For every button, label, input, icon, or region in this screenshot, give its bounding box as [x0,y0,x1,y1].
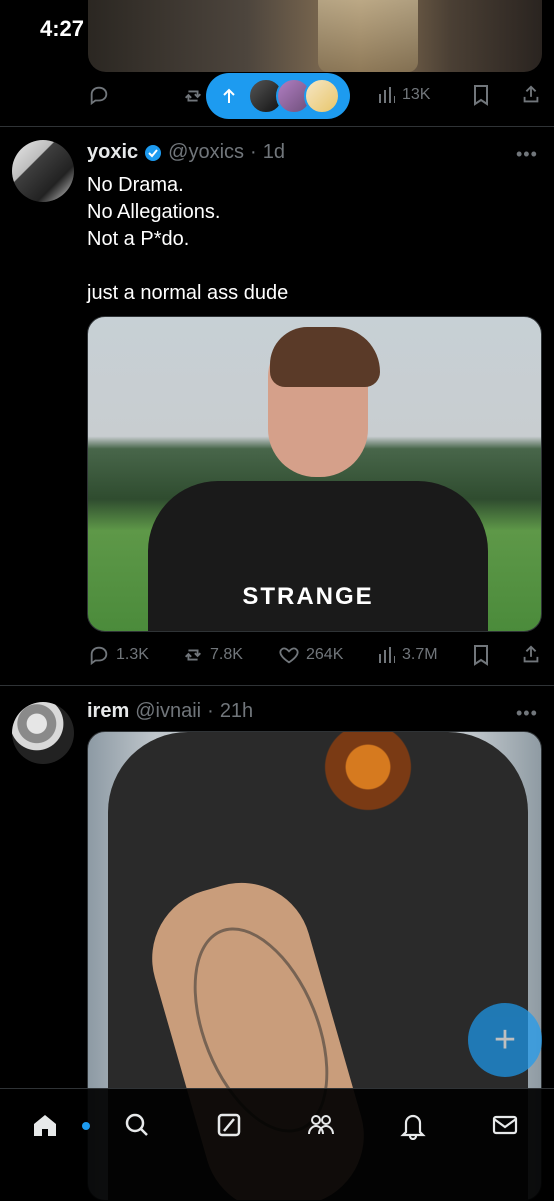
communities-icon [306,1110,336,1140]
tweet1-like[interactable]: 264K [278,644,343,666]
tweet2-more-icon[interactable]: ••• [516,703,538,724]
tweet1-replies-count: 1.3K [116,646,149,663]
pill-avatar-3 [304,78,340,114]
new-posts-pill[interactable] [206,73,350,119]
tab-messages[interactable] [489,1109,521,1141]
previous-views-count: 13K [402,86,431,103]
bell-icon [398,1110,428,1140]
search-icon [122,1110,152,1140]
heart-icon [278,644,300,666]
tweet2-name[interactable]: irem [87,700,129,723]
views-icon [378,86,396,104]
arrow-up-icon [222,88,236,104]
reply-icon[interactable] [88,84,110,106]
previous-views[interactable]: 13K [378,86,430,104]
tab-search[interactable] [121,1109,153,1141]
views-icon [378,646,396,664]
tweet1-header: yoxic @yoxics · 1d [87,141,285,164]
tweet1-retweets-count: 7.8K [210,646,243,663]
bookmark-icon[interactable] [471,84,491,106]
tweet1-text: No Drama. No Allegations. Not a P*do. ju… [87,174,289,304]
tweet1-handle[interactable]: @yoxics [168,141,244,164]
tweet1-actions: 1.3K 7.8K 264K 3.7M [88,644,542,670]
compose-fab[interactable]: + [468,1003,542,1077]
divider [0,685,554,686]
tweet1-more-icon[interactable]: ••• [516,144,538,165]
tab-home[interactable] [29,1109,90,1141]
divider [0,126,554,127]
tweet1-time: 1d [262,141,285,163]
tab-notifications[interactable] [397,1109,429,1141]
share-icon[interactable] [520,84,542,106]
shirt-print: STRANGE [242,583,374,610]
tweet1-retweet[interactable]: 7.8K [182,644,243,666]
tweet2-handle[interactable]: @ivnaii [135,700,201,723]
tweet1-photo[interactable]: STRANGE [87,316,542,632]
home-notification-dot [82,1122,90,1130]
bottom-tab-bar [0,1088,554,1201]
home-icon [30,1110,60,1140]
tweet1-views-count: 3.7M [402,646,438,663]
tweet2-avatar[interactable] [12,702,74,764]
mail-icon [490,1110,520,1140]
tab-communities[interactable] [305,1109,337,1141]
tweet1-views[interactable]: 3.7M [378,646,438,664]
retweet-icon [182,644,204,666]
verified-badge-icon [144,144,162,162]
tweet1-reply[interactable]: 1.3K [88,644,149,666]
perfume-bottle [318,0,418,72]
reply-icon [88,644,110,666]
tweet2-header: irem @ivnaii · 21h [87,700,253,723]
tweet1-share-icon[interactable] [520,644,542,666]
tweet1-name[interactable]: yoxic [87,141,138,164]
tweet1-avatar[interactable] [12,140,74,202]
tweet1-separator: · [250,141,257,163]
retweet-icon[interactable] [182,85,204,107]
tweet1-bookmark-icon[interactable] [471,644,491,666]
previous-tweet-media[interactable] [88,0,542,72]
tweet1-likes-count: 264K [306,646,344,663]
grok-icon [214,1110,244,1140]
status-time: 4:27 [40,16,85,41]
shirt-graphic [308,732,428,872]
tab-grok[interactable] [213,1109,245,1141]
person-hair [270,327,380,387]
tweet2-time: 21h [219,700,254,722]
tweet2-separator: · [207,700,214,722]
